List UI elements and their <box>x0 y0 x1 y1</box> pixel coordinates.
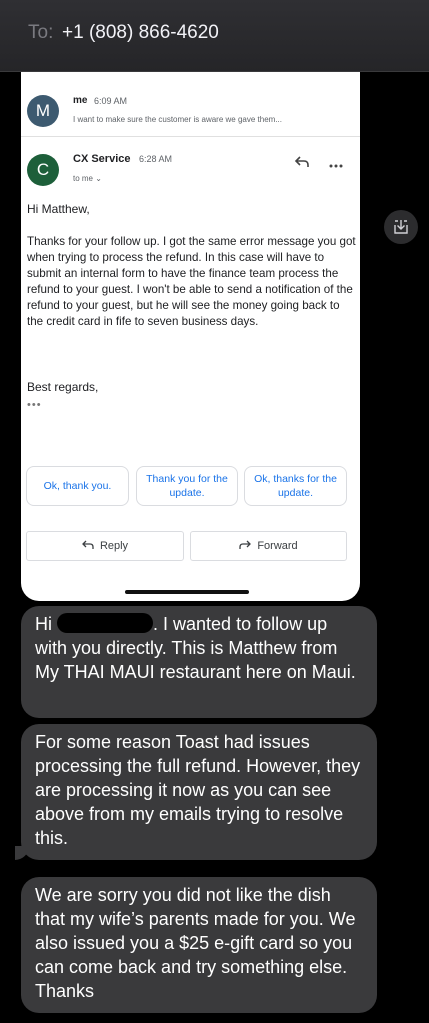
message-text: We are sorry you did not like the dish t… <box>35 885 356 1001</box>
smart-reply-chip: Thank you for the update. <box>136 466 238 506</box>
email-time: 6:09 AM <box>94 96 128 106</box>
email-screenshot-image[interactable]: M me 6:09 AM I want to make sure the cus… <box>21 72 360 601</box>
forward-button: Forward <box>190 531 347 561</box>
email-body: Thanks for your follow up. I got the sam… <box>27 235 356 329</box>
show-trimmed-content: ••• <box>27 399 42 411</box>
divider <box>21 136 360 137</box>
avatar: M <box>27 95 59 127</box>
message-header: To: +1 (808) 866-4620 <box>0 0 429 72</box>
message-bubble[interactable]: Hi . I wanted to follow up with you dire… <box>21 606 377 718</box>
message-bubble[interactable]: For some reason Toast had issues process… <box>21 724 377 860</box>
email-signoff: Best regards, <box>27 380 99 394</box>
bubble-tail <box>15 846 29 860</box>
email-snippet: I want to make sure the customer is awar… <box>73 115 282 124</box>
message-bubble[interactable]: We are sorry you did not like the dish t… <box>21 877 377 1013</box>
message-text: For some reason Toast had issues process… <box>35 732 361 848</box>
avatar: C <box>27 154 59 186</box>
smart-reply-chip: Ok, thanks for the update. <box>244 466 347 506</box>
sender-name: me <box>73 95 88 106</box>
recipient-details: to me ⌄ <box>73 174 102 183</box>
reply-label: Reply <box>99 540 129 552</box>
redacted-name <box>57 613 154 633</box>
message-text: Hi <box>35 614 52 634</box>
previous-email-row: M me 6:09 AM I want to make sure the cus… <box>21 82 360 132</box>
reply-arrow-icon <box>293 155 311 173</box>
home-indicator <box>125 590 249 594</box>
forward-label: Forward <box>257 540 298 552</box>
sender-name: CX Service <box>73 153 131 165</box>
download-icon[interactable] <box>384 210 418 244</box>
recipient-number[interactable]: +1 (808) 866-4620 <box>62 22 219 44</box>
smart-reply-chip: Ok, thank you. <box>26 466 129 506</box>
email-time: 6:28 AM <box>139 154 173 164</box>
more-vert-icon <box>327 154 345 172</box>
forward-arrow-icon <box>239 539 252 553</box>
reply-button: Reply <box>26 531 184 561</box>
to-label: To: <box>28 22 54 43</box>
email-greeting: Hi Matthew, <box>27 202 90 216</box>
reply-arrow-icon <box>82 539 94 553</box>
